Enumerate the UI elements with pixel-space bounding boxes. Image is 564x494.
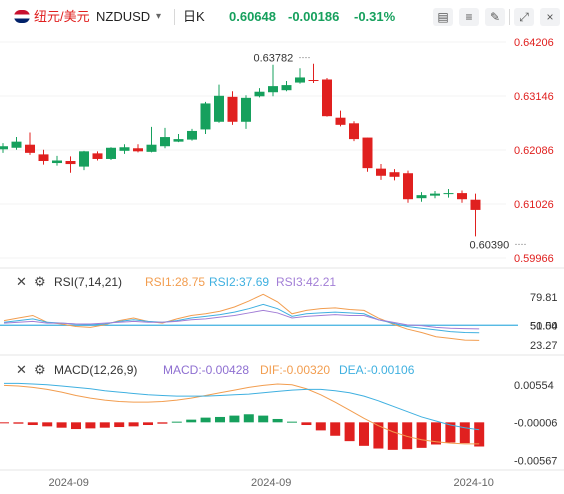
macd-histogram-bar — [200, 417, 211, 423]
candle-body — [389, 172, 400, 177]
candle-body — [322, 79, 332, 117]
candle-body — [38, 154, 49, 162]
candle-body — [160, 137, 170, 147]
rsi-title: RSI(7,14,21) — [54, 275, 122, 289]
y-tick-label: 0.59966 — [514, 253, 554, 265]
candle-body — [308, 80, 319, 82]
candle-body — [25, 144, 35, 153]
candle-body — [65, 161, 76, 165]
macd-histogram-bar — [27, 422, 38, 426]
collapse-icon: ✕ — [16, 274, 27, 289]
high-price-label: 0.63782 — [254, 53, 294, 65]
low-price-label: 0.60390 — [470, 239, 510, 251]
chart-area: 0.64206 0.63146 0.62086 0.61026 0.59966 0.637… — [0, 37, 564, 489]
macd-tick-label: 0.00554 — [514, 380, 554, 392]
candle-body — [362, 137, 373, 169]
candle-body — [214, 95, 224, 122]
rsi-tick-label: 23.27 — [530, 340, 558, 352]
macd-histogram-bar — [128, 422, 139, 427]
macd-histogram-bar — [85, 422, 96, 429]
macd-histogram-bar — [42, 422, 53, 427]
macd-legend-dea: DEA:-0.00106 — [339, 363, 415, 377]
candle-body — [254, 91, 265, 97]
candle-body — [403, 173, 413, 200]
candle-body — [92, 153, 103, 159]
candle-body — [79, 151, 89, 167]
macd-histogram-bar — [171, 421, 182, 423]
candle-body — [268, 86, 278, 93]
macd-histogram-bar — [344, 422, 355, 442]
macd-title: MACD(12,26,9) — [54, 363, 137, 377]
settings-icon: ⚙ — [34, 274, 46, 289]
rsi-legend-rsi1: RSI1:28.75 — [145, 275, 205, 289]
macd-histogram-bar — [13, 422, 24, 424]
y-tick-label: 0.61026 — [514, 199, 554, 211]
candle-body — [52, 160, 62, 164]
rsi-legend-rsi3: RSI3:42.21 — [276, 275, 336, 289]
macd-histogram-bar — [315, 422, 326, 431]
candle-body — [241, 97, 251, 122]
rsi-tick-label: 79.81 — [530, 292, 558, 304]
x-tick-label: 2024-10 — [454, 477, 494, 489]
candle-body — [11, 141, 22, 148]
macd-histogram-bar — [229, 415, 240, 423]
candle-body — [173, 139, 184, 142]
y-tick-label: 0.63146 — [514, 91, 554, 103]
candle-body — [106, 147, 116, 159]
candle-body — [295, 77, 305, 83]
macd-histogram-bar — [243, 414, 254, 423]
macd-histogram-bar — [330, 422, 341, 436]
y-tick-label: 0.64206 — [514, 37, 554, 49]
candle-body — [443, 193, 454, 195]
rsi-line-rsi2 — [3, 303, 480, 334]
macd-histogram-bar — [474, 422, 485, 447]
candle-body — [430, 193, 440, 196]
macd-histogram-bar — [186, 419, 197, 423]
macd-histogram-bar — [387, 422, 398, 450]
macd-histogram-bar — [215, 416, 225, 423]
candle-body — [457, 193, 467, 200]
macd-legend-macd: MACD:-0.00428 — [163, 363, 249, 377]
candle-body — [376, 168, 386, 176]
macd-histogram-bar — [157, 422, 168, 424]
macd-histogram-bar — [56, 422, 67, 428]
candle-body — [227, 96, 238, 122]
macd-histogram-bar — [359, 422, 369, 446]
candle-body — [133, 148, 143, 152]
macd-histogram-bar — [287, 421, 297, 423]
candle-body — [119, 147, 130, 151]
macd-tick-label: -0.00567 — [514, 455, 557, 467]
settings-icon: ⚙ — [34, 362, 46, 377]
macd-histogram-bar — [99, 422, 110, 428]
candle-body — [187, 130, 197, 140]
y-tick-label: 0.62086 — [514, 145, 554, 157]
candle-body — [0, 146, 8, 150]
macd-histogram-bar — [0, 422, 9, 424]
macd-histogram-bar — [459, 422, 470, 444]
macd-histogram-bar — [301, 422, 312, 426]
rsi-tick-label: 51.54 — [530, 320, 558, 332]
x-tick-label: 2024-09 — [251, 477, 291, 489]
candle-body — [416, 195, 427, 199]
macd-histogram-bar — [258, 415, 269, 423]
x-tick-label: 2024-09 — [49, 477, 89, 489]
macd-histogram-bar — [71, 422, 81, 430]
collapse-icon: ✕ — [16, 362, 27, 377]
macd-histogram-bar — [114, 422, 125, 428]
rsi-line-rsi1 — [3, 293, 480, 341]
macd-legend-dif: DIF:-0.00320 — [260, 363, 330, 377]
macd-histogram-bar — [373, 422, 384, 449]
macd-histogram-bar — [416, 422, 427, 448]
candle-body — [349, 123, 359, 140]
candle-body — [200, 103, 211, 130]
candle-body — [281, 85, 292, 91]
candle-body — [470, 199, 481, 210]
macd-tick-label: -0.00006 — [514, 418, 557, 430]
candle-body — [146, 144, 157, 152]
macd-histogram-bar — [143, 422, 153, 426]
macd-histogram-bar — [272, 418, 283, 423]
rsi-legend-rsi2: RSI2:37.69 — [209, 275, 269, 289]
candle-body — [335, 117, 346, 125]
